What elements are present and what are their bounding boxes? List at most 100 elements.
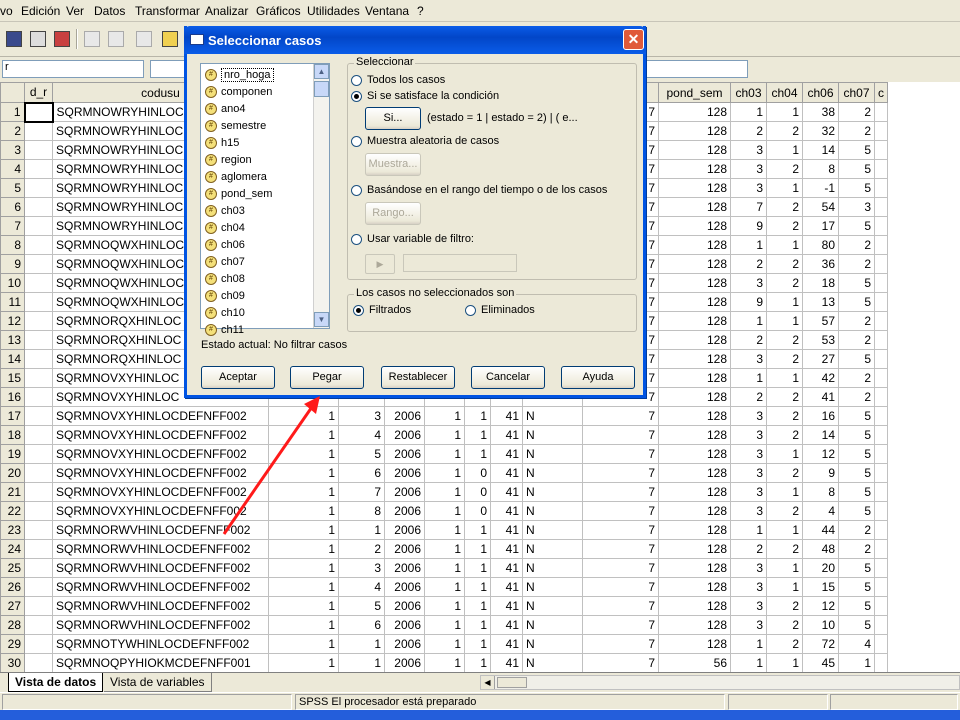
table-cell[interactable]: 5 xyxy=(838,406,875,426)
table-cell[interactable]: 16 xyxy=(802,406,839,426)
table-cell[interactable] xyxy=(874,596,888,616)
column-header[interactable]: pond_sem xyxy=(658,82,731,103)
table-cell[interactable]: 1 xyxy=(464,634,491,654)
table-cell[interactable]: 41 xyxy=(490,539,523,559)
table-cell[interactable]: SQRMNOVXYHINLOCDEFNFF002 xyxy=(52,444,269,464)
table-cell[interactable]: 128 xyxy=(658,463,731,483)
table-cell[interactable]: N xyxy=(522,463,583,483)
table-row[interactable]: 24 SQRMNORWVHINLOCDEFNFF002 1 2 2006 1 1 41 N 7 12… xyxy=(0,539,888,559)
table-cell[interactable]: 128 xyxy=(658,330,731,350)
table-cell[interactable]: SQRMNOVXYHINLOCDEFNFF002 xyxy=(52,406,269,426)
table-cell[interactable]: SQRMNORWVHINLOCDEFNFF002 xyxy=(52,520,269,540)
scroll-up-icon[interactable]: ▲ xyxy=(314,64,329,79)
table-cell[interactable]: 1 xyxy=(268,653,339,672)
table-cell[interactable]: 2 xyxy=(766,615,803,635)
row-number[interactable]: 22 xyxy=(0,501,25,521)
table-cell[interactable] xyxy=(24,463,53,483)
table-cell[interactable] xyxy=(24,425,53,445)
table-cell[interactable] xyxy=(874,254,888,274)
tab-variable-view[interactable]: Vista de variables xyxy=(104,673,212,692)
table-cell[interactable]: 17 xyxy=(802,216,839,236)
save-icon[interactable] xyxy=(2,27,26,51)
table-cell[interactable]: 1 xyxy=(424,596,465,616)
accept-button[interactable]: Aceptar xyxy=(201,366,275,389)
move-filter-variable-icon[interactable]: ▶ xyxy=(365,254,395,274)
table-cell[interactable]: 128 xyxy=(658,577,731,597)
table-cell[interactable]: 4 xyxy=(802,501,839,521)
table-cell[interactable]: 72 xyxy=(802,634,839,654)
table-cell[interactable]: 9 xyxy=(730,292,767,312)
table-cell[interactable] xyxy=(24,254,53,274)
table-cell[interactable] xyxy=(874,368,888,388)
table-cell[interactable]: 1 xyxy=(268,634,339,654)
table-cell[interactable] xyxy=(24,634,53,654)
table-cell[interactable]: 128 xyxy=(658,178,731,198)
table-cell[interactable]: 14 xyxy=(802,140,839,160)
row-number[interactable]: 21 xyxy=(0,482,25,502)
table-cell[interactable]: 128 xyxy=(658,311,731,331)
table-cell[interactable]: N xyxy=(522,539,583,559)
table-cell[interactable]: 2006 xyxy=(384,577,425,597)
table-cell[interactable]: N xyxy=(522,520,583,540)
table-cell[interactable]: 2 xyxy=(766,197,803,217)
table-cell[interactable]: 0 xyxy=(464,501,491,521)
table-row[interactable]: 26 SQRMNORWVHINLOCDEFNFF002 1 4 2006 1 1 41 N 7 12… xyxy=(0,577,888,597)
row-number[interactable]: 9 xyxy=(0,254,25,274)
table-cell[interactable]: 128 xyxy=(658,102,731,122)
table-cell[interactable] xyxy=(24,520,53,540)
variable-item[interactable]: # ch11 xyxy=(205,321,244,338)
table-cell[interactable]: SQRMNOVXYHINLOCDEFNFF002 xyxy=(52,463,269,483)
row-number[interactable]: 20 xyxy=(0,463,25,483)
table-cell[interactable]: 2 xyxy=(766,254,803,274)
table-cell[interactable]: 53 xyxy=(802,330,839,350)
table-cell[interactable]: 7 xyxy=(582,539,659,559)
table-cell[interactable]: 1 xyxy=(464,425,491,445)
table-cell[interactable]: 3 xyxy=(730,463,767,483)
table-cell[interactable]: 128 xyxy=(658,235,731,255)
table-cell[interactable]: 3 xyxy=(838,197,875,217)
goto-case-icon[interactable] xyxy=(158,27,182,51)
table-cell[interactable]: 7 xyxy=(338,482,385,502)
table-cell[interactable]: 8 xyxy=(802,482,839,502)
table-cell[interactable]: N xyxy=(522,482,583,502)
table-cell[interactable] xyxy=(874,121,888,141)
table-cell[interactable]: 1 xyxy=(424,482,465,502)
table-cell[interactable]: 1 xyxy=(424,615,465,635)
row-number[interactable]: 18 xyxy=(0,425,25,445)
column-header[interactable]: d_r xyxy=(24,82,53,103)
table-cell[interactable]: 3 xyxy=(730,482,767,502)
table-cell[interactable]: 1 xyxy=(766,311,803,331)
table-cell[interactable]: 41 xyxy=(490,444,523,464)
table-cell[interactable]: 41 xyxy=(490,558,523,578)
row-number[interactable]: 10 xyxy=(0,273,25,293)
table-cell[interactable]: 2006 xyxy=(384,406,425,426)
table-row[interactable]: 19 SQRMNOVXYHINLOCDEFNFF002 1 5 2006 1 1 41 N 7 12… xyxy=(0,444,888,464)
table-cell[interactable] xyxy=(874,387,888,407)
table-cell[interactable]: 1 xyxy=(766,140,803,160)
table-cell[interactable]: 1 xyxy=(424,653,465,672)
cancel-button[interactable]: Cancelar xyxy=(471,366,545,389)
table-cell[interactable] xyxy=(24,216,53,236)
table-cell[interactable] xyxy=(24,615,53,635)
table-cell[interactable]: 1 xyxy=(730,102,767,122)
table-cell[interactable]: 2 xyxy=(766,634,803,654)
scroll-left-icon[interactable]: ◀ xyxy=(481,676,495,689)
table-cell[interactable]: 5 xyxy=(838,558,875,578)
table-cell[interactable] xyxy=(874,197,888,217)
table-cell[interactable] xyxy=(874,615,888,635)
table-cell[interactable]: 128 xyxy=(658,273,731,293)
table-cell[interactable]: 2 xyxy=(838,520,875,540)
column-header[interactable]: ch06 xyxy=(802,82,839,103)
table-cell[interactable]: 2 xyxy=(730,387,767,407)
table-cell[interactable]: N xyxy=(522,406,583,426)
table-cell[interactable] xyxy=(24,292,53,312)
row-number[interactable]: 15 xyxy=(0,368,25,388)
table-cell[interactable]: 80 xyxy=(802,235,839,255)
table-cell[interactable] xyxy=(24,596,53,616)
table-cell[interactable]: 128 xyxy=(658,387,731,407)
filter-variable-field[interactable] xyxy=(403,254,517,272)
table-row[interactable]: 29 SQRMNOTYWHINLOCDEFNFF002 1 1 2006 1 1 41 N 7 12… xyxy=(0,634,888,654)
table-cell[interactable]: 128 xyxy=(658,520,731,540)
table-cell[interactable]: 10 xyxy=(802,615,839,635)
menu-analizar[interactable]: Analizar xyxy=(205,4,248,18)
